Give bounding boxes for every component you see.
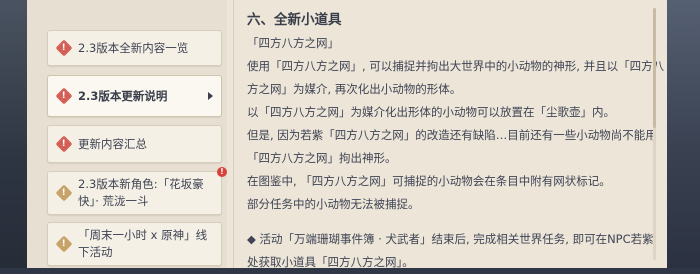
- sidebar-item-offline-event[interactable]: ! 「周末一小时 x 原神」线 下活动: [47, 222, 222, 266]
- sidebar-item-label: 更新内容汇总: [78, 136, 147, 151]
- content-line: 但是, 因为若紫「四方八方之网」的改造还有缺陷…目前还有一些小动物尚不能用: [247, 128, 657, 142]
- content-line: 以「四方八方之网」为媒介化出形体的小动物可以放置在「尘歌壶」内。: [247, 105, 615, 119]
- new-notification-badge: !: [217, 167, 227, 177]
- content-line: 在图鉴中, 「四方八方之网」可捕捉的小动物会在条目中附有网状标记。: [247, 174, 611, 188]
- sidebar-item-label: 「周末一小时 x 原神」线 下活动: [78, 228, 208, 259]
- exclamation-diamond-icon: !: [55, 135, 73, 153]
- content-line: ◆ 活动「万端珊瑚事件簿 · 犬武者」结束后, 完成相关世界任务, 即可在NPC…: [247, 232, 654, 246]
- sidebar-item-label: 2.3版本更新说明: [78, 88, 168, 103]
- content-line: 方之网」为媒介, 再次化出小动物的形体。: [247, 82, 462, 96]
- announcement-sidebar: ! 2.3版本全新内容一览 ! 2.3版本更新说明 ! 更新内容汇总 ! 2.3…: [27, 0, 227, 268]
- sidebar-item-label: 2.3版本全新内容一览: [78, 40, 189, 55]
- exclamation-diamond-icon: !: [55, 235, 73, 253]
- panel-divider: [233, 0, 234, 268]
- content-line: 使用「四方八方之网」, 可以捕捉并拘出大世界中的小动物的神形, 并且以「四方八: [247, 59, 665, 73]
- exclamation-diamond-icon: !: [55, 39, 73, 57]
- section-heading: 六、全新小道具: [247, 12, 342, 28]
- content-line: 「四方八方之网」: [247, 36, 339, 50]
- content-line: 处获取小道具「四方八方之网」。: [247, 255, 414, 269]
- exclamation-diamond-icon: !: [55, 184, 73, 202]
- sidebar-item-update-notes[interactable]: ! 2.3版本更新说明: [47, 75, 222, 117]
- chevron-right-icon: [208, 92, 213, 100]
- sidebar-item-new-character[interactable]: ! 2.3版本新角色:「花坂豪 快」· 荒泷一斗 !: [47, 167, 227, 215]
- content-line: 「四方八方之网」拘出神形。: [247, 151, 397, 165]
- background-right: [664, 0, 700, 268]
- announcement-panel: ! 2.3版本全新内容一览 ! 2.3版本更新说明 ! 更新内容汇总 ! 2.3…: [27, 0, 667, 269]
- content-line: 部分任务中的小动物无法被捕捉。: [247, 197, 420, 211]
- content-scrollbar[interactable]: [653, 8, 656, 260]
- sidebar-item-new-content-overview[interactable]: ! 2.3版本全新内容一览: [47, 30, 222, 66]
- sidebar-item-update-summary[interactable]: ! 更新内容汇总: [47, 125, 222, 163]
- exclamation-diamond-icon: !: [55, 87, 73, 105]
- sidebar-item-label: 2.3版本新角色:「花坂豪 快」· 荒泷一斗: [78, 177, 204, 208]
- scrollbar-thumb[interactable]: [653, 8, 656, 128]
- announcement-content: 六、全新小道具 「四方八方之网」 使用「四方八方之网」, 可以捕捉并拘出大世界中…: [247, 8, 665, 274]
